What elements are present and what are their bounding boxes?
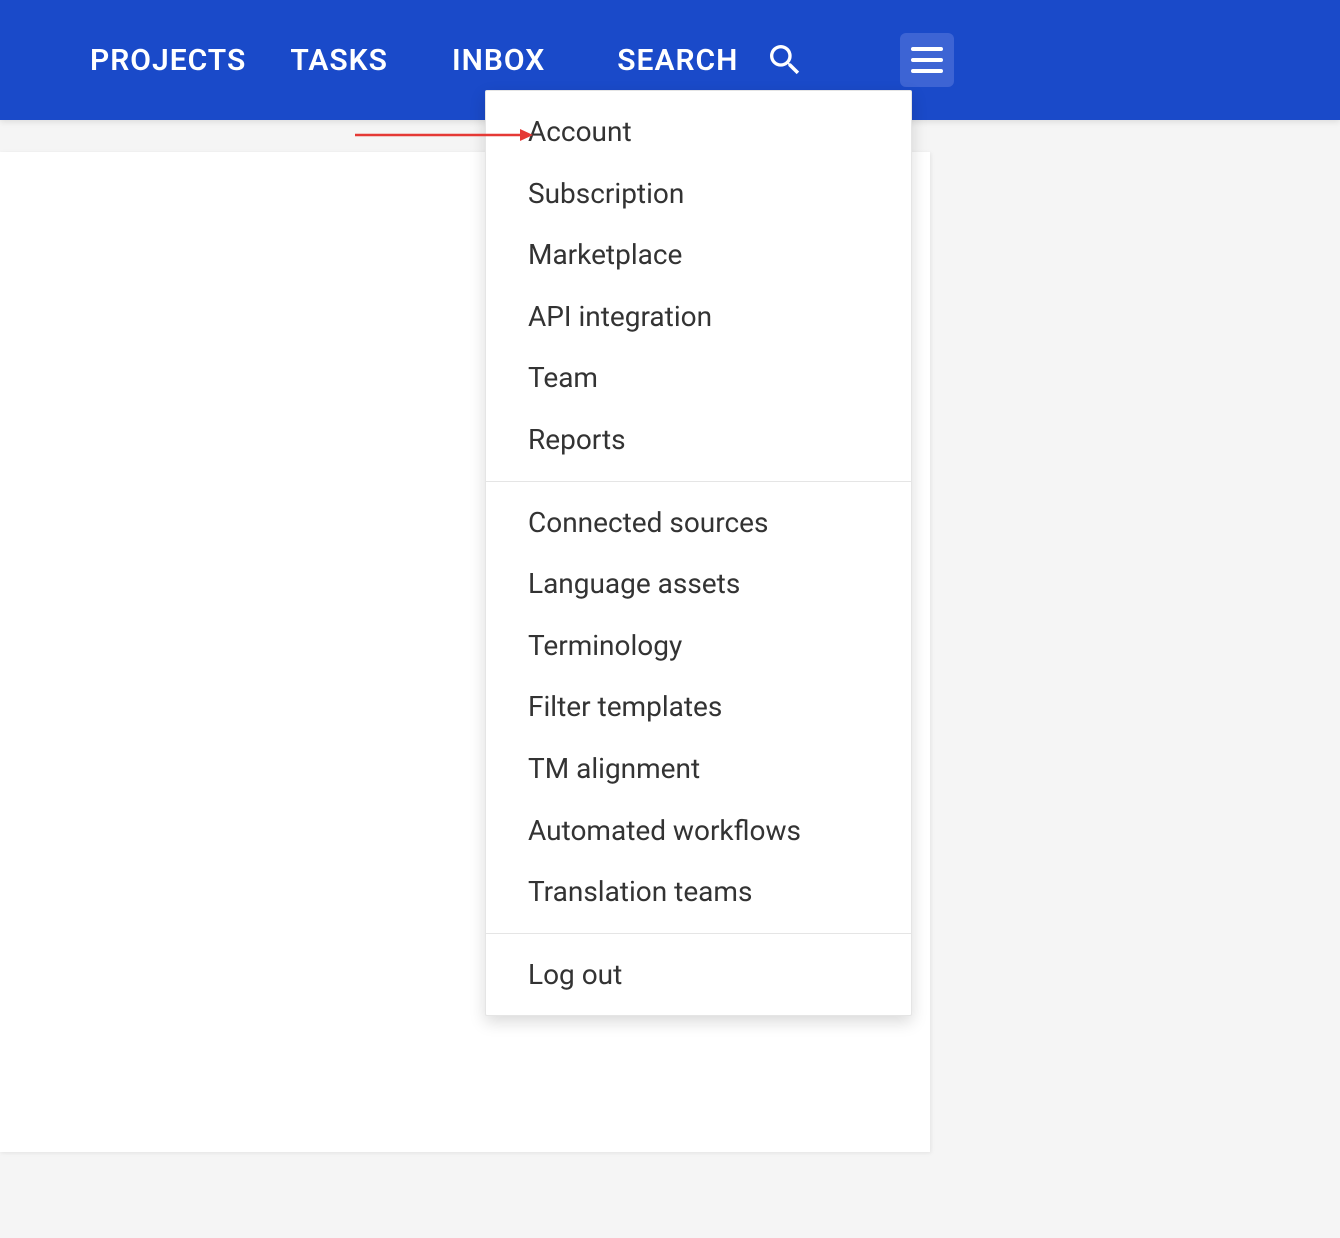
search-icon[interactable]	[764, 39, 806, 81]
menu-item-filter-templates[interactable]: Filter templates	[486, 676, 911, 738]
menu-item-api-integration[interactable]: API integration	[486, 286, 911, 348]
menu-item-automated-workflows[interactable]: Automated workflows	[486, 800, 911, 862]
search-area: SEARCH	[617, 39, 806, 81]
dropdown-group-resources: Connected sources Language assets Termin…	[486, 482, 911, 933]
menu-item-tm-alignment[interactable]: TM alignment	[486, 738, 911, 800]
menu-item-marketplace[interactable]: Marketplace	[486, 224, 911, 286]
menu-item-translation-teams[interactable]: Translation teams	[486, 861, 911, 923]
menu-item-terminology[interactable]: Terminology	[486, 615, 911, 677]
menu-item-language-assets[interactable]: Language assets	[486, 553, 911, 615]
menu-item-subscription[interactable]: Subscription	[486, 163, 911, 225]
menu-item-team[interactable]: Team	[486, 347, 911, 409]
menu-item-account[interactable]: Account	[486, 101, 911, 163]
menu-item-reports[interactable]: Reports	[486, 409, 911, 471]
dropdown-group-logout: Log out	[486, 934, 911, 1016]
menu-item-log-out[interactable]: Log out	[486, 944, 911, 1006]
hamburger-menu-button[interactable]	[900, 33, 954, 87]
nav-search-label[interactable]: SEARCH	[617, 43, 738, 78]
nav-projects[interactable]: PROJECTS	[90, 43, 246, 78]
menu-item-connected-sources[interactable]: Connected sources	[486, 492, 911, 554]
main-menu-dropdown: Account Subscription Marketplace API int…	[485, 90, 912, 1016]
nav-inbox[interactable]: INBOX	[452, 43, 545, 78]
nav-tasks[interactable]: TASKS	[290, 43, 388, 78]
hamburger-icon	[911, 47, 943, 51]
dropdown-group-account: Account Subscription Marketplace API int…	[486, 91, 911, 481]
